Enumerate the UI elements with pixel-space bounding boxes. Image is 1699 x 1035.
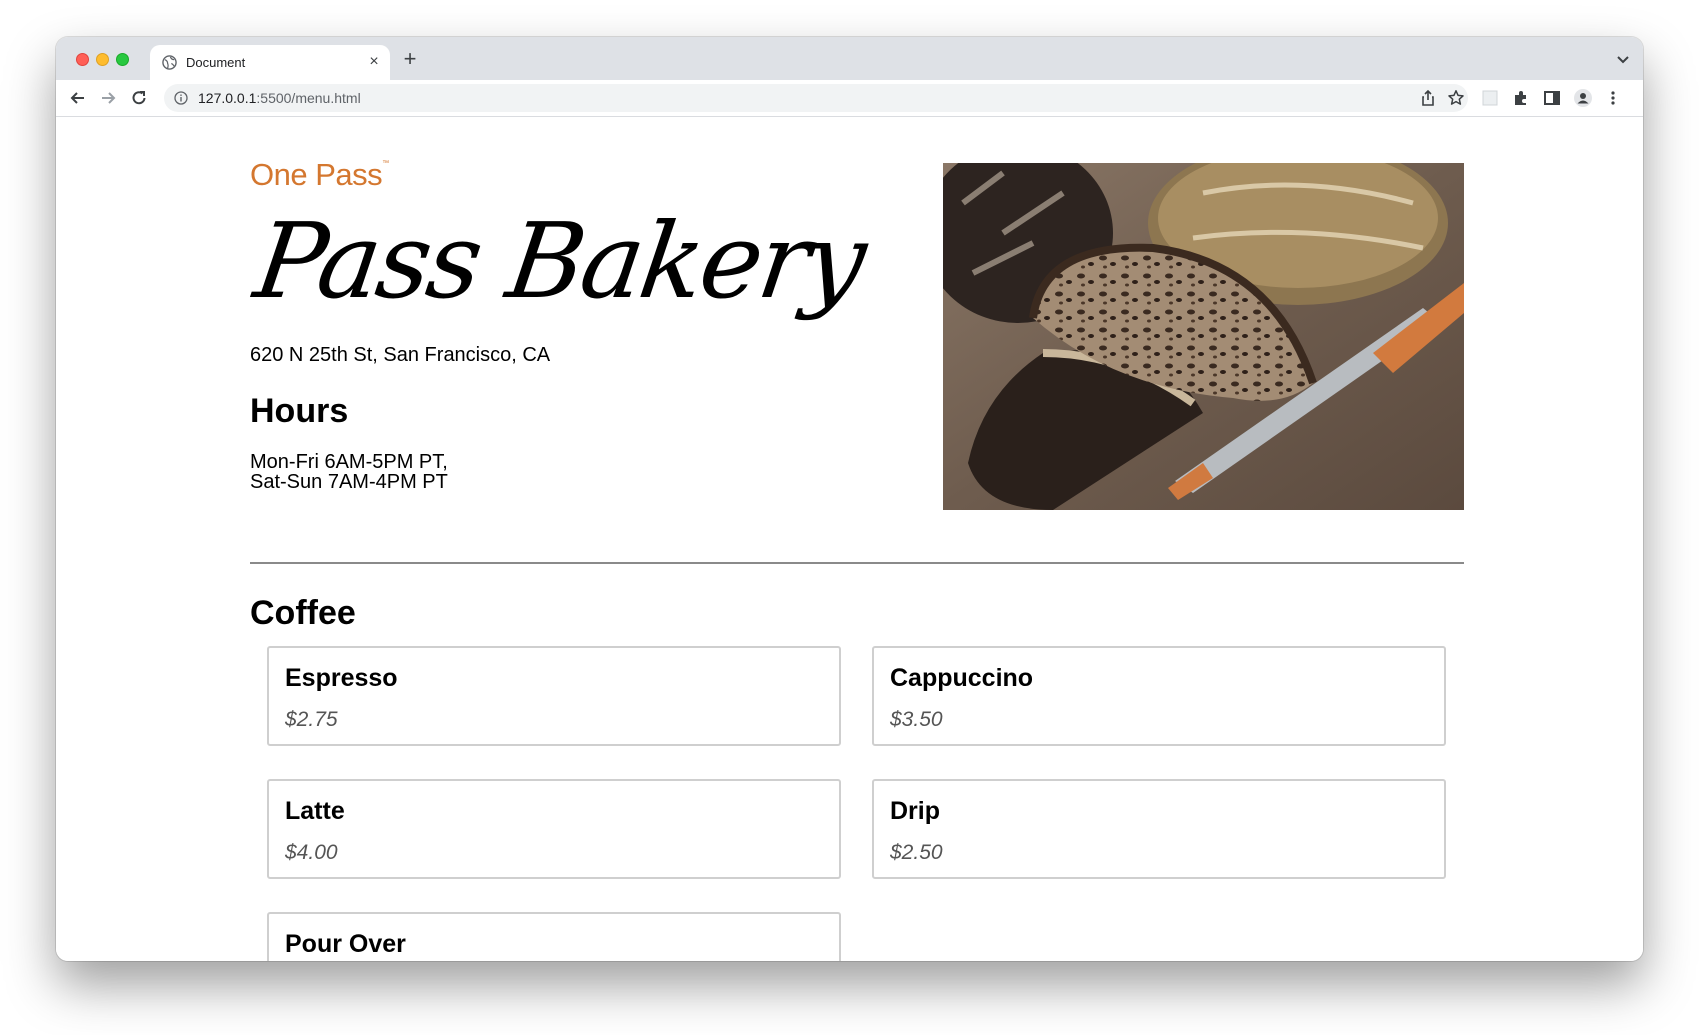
hours-line-weekend: Sat-Sun 7AM-4PM PT [250,471,448,493]
brand-name: One Pass [250,157,383,192]
menu-item-price: $2.75 [285,708,338,731]
section-heading-coffee: Coffee [250,594,356,632]
info-icon[interactable] [174,91,188,105]
menu-item-price: $4.00 [285,841,338,864]
star-icon[interactable] [1447,89,1465,107]
reload-icon[interactable] [129,88,149,108]
close-window-button[interactable] [76,53,89,66]
address-bar[interactable]: 127.0.0.1:5500/menu.html [164,84,1468,112]
address-text: 620 N 25th St, San Francisco, CA [250,344,551,366]
close-icon[interactable]: × [366,54,382,70]
menu-item-name: Espresso [285,664,398,692]
tab-strip: Document × + [56,37,1643,80]
active-tab[interactable]: Document × [150,45,390,80]
page-content: One Pass™ Pass Bakery 620 N 25th St, San… [56,118,1643,961]
chevron-down-icon[interactable] [1613,49,1633,69]
menu-item-name: Cappuccino [890,664,1034,692]
brand-logo: One Pass™ [250,157,389,193]
page-title: Pass Bakery [248,200,871,322]
plus-icon[interactable]: + [399,48,421,71]
section-divider [250,562,1464,564]
zoom-window-button[interactable] [116,53,129,66]
menu-item-name: Latte [285,797,345,825]
tab-title: Document [186,55,246,70]
url-host: 127.0.0.1 [198,90,257,106]
browser-window: Document × + 127.0.0.1:5500/menu.html On… [56,37,1643,961]
menu-item-price: $3.50 [890,708,943,731]
hours-line-weekday: Mon-Fri 6AM-5PM PT, [250,451,448,473]
menu-item-price: $2.50 [890,841,943,864]
globe-icon [162,55,177,70]
url-path: :5500/menu.html [256,90,361,106]
back-arrow-icon[interactable] [68,88,88,108]
menu-item-card[interactable]: Cappuccino $3.50 [872,646,1446,746]
profile-icon[interactable] [1573,88,1593,108]
menu-item-card[interactable]: Drip $2.50 [872,779,1446,879]
forward-arrow-icon[interactable] [98,88,118,108]
trademark-mark: ™ [382,160,389,167]
hours-heading: Hours [250,392,349,430]
more-vert-icon[interactable] [1603,88,1623,108]
share-icon[interactable] [1419,89,1437,107]
url-text[interactable]: 127.0.0.1:5500/menu.html [198,90,361,106]
menu-item-name: Drip [890,797,940,825]
side-panel-icon[interactable] [1542,88,1562,108]
extension-icon[interactable] [1480,88,1500,108]
menu-item-name: Pour Over [285,930,406,958]
minimize-window-button[interactable] [96,53,109,66]
hero-bread-image [943,163,1464,510]
menu-item-card[interactable]: Latte $4.00 [267,779,841,879]
extension-puzzle-icon[interactable] [1511,88,1531,108]
toolbar: 127.0.0.1:5500/menu.html [56,80,1643,117]
menu-item-card[interactable]: Pour Over [267,912,841,961]
bread-illustration [943,163,1464,510]
menu-item-card[interactable]: Espresso $2.75 [267,646,841,746]
